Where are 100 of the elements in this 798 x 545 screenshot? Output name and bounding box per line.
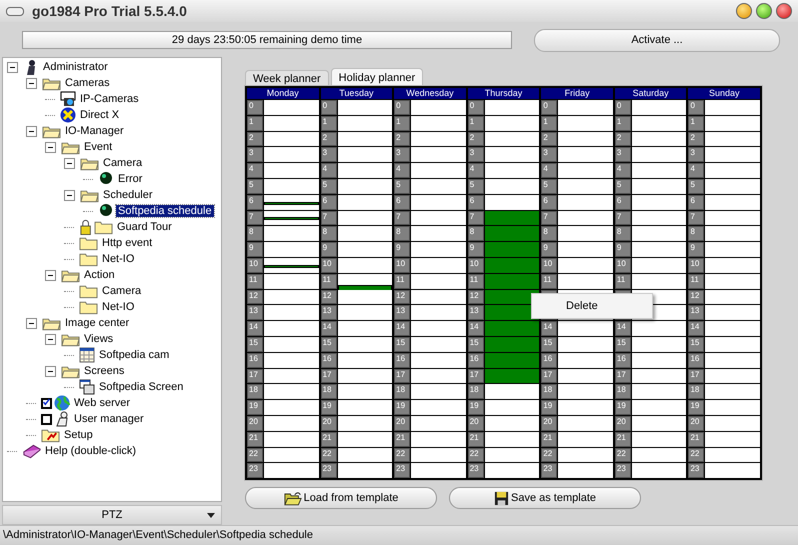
hour-label: 22 <box>541 448 558 462</box>
tree-item[interactable]: Views <box>82 333 116 345</box>
tree-item[interactable]: Softpedia Screen <box>97 381 186 393</box>
hour-label: 9 <box>247 242 263 257</box>
hour-label: 2 <box>468 132 484 146</box>
hour-label: 1 <box>394 116 410 131</box>
tree-item[interactable]: Softpedia cam <box>97 349 172 361</box>
hour-label: 23 <box>394 463 410 478</box>
hour-label: 19 <box>247 400 263 415</box>
hour-label: 21 <box>394 432 410 447</box>
day-header: Sunday <box>688 88 760 99</box>
hour-label: 3 <box>247 147 263 162</box>
tree-item[interactable]: Guard Tour <box>115 221 174 233</box>
hour-label: 8 <box>320 226 337 242</box>
hour-label: 1 <box>468 116 484 131</box>
hour-label: 3 <box>394 147 410 162</box>
tree-item[interactable]: Screens <box>82 365 126 377</box>
hour-label: 0 <box>247 100 263 115</box>
hour-label: 13 <box>394 305 410 320</box>
tree-item[interactable]: Web server <box>72 397 132 409</box>
hour-label: 23 <box>468 463 484 478</box>
hour-label: 6 <box>394 194 410 210</box>
hour-label: 14 <box>320 321 337 336</box>
hour-label: 11 <box>468 274 484 289</box>
tree-item[interactable]: User manager <box>72 413 146 425</box>
hour-label: 15 <box>468 336 484 352</box>
hour-label: 5 <box>541 178 558 194</box>
template-button[interactable]: Save as template <box>449 487 641 510</box>
hour-label: 19 <box>320 400 337 415</box>
planner-tab[interactable]: Week planner <box>245 70 329 86</box>
tree-item[interactable]: Net-IO <box>100 253 136 265</box>
hour-label: 15 <box>614 336 631 352</box>
hour-label: 13 <box>688 305 704 320</box>
activate-button[interactable]: Activate ... <box>534 28 780 52</box>
tree-item[interactable]: Error <box>116 173 144 185</box>
tree-item[interactable]: Cameras <box>63 77 112 89</box>
tree-item[interactable]: IP-Cameras <box>78 93 141 105</box>
tree-item[interactable]: Event <box>82 141 114 153</box>
hour-label: 20 <box>468 416 484 431</box>
ptz-dropdown[interactable]: PTZ <box>2 505 222 525</box>
tree-item[interactable]: Camera <box>101 157 144 169</box>
hour-label: 22 <box>468 448 484 462</box>
hour-label: 14 <box>468 321 484 336</box>
hour-label: 2 <box>320 132 337 146</box>
hour-label: 14 <box>688 321 704 336</box>
tree-item[interactable]: Action <box>82 269 117 281</box>
hour-label: 8 <box>394 226 410 242</box>
hour-label: 20 <box>394 416 410 431</box>
hour-label: 5 <box>247 178 263 194</box>
hour-label: 23 <box>320 463 337 478</box>
hour-label: 9 <box>468 242 484 257</box>
hour-label: 20 <box>688 416 704 431</box>
tree-item[interactable]: Direct X <box>78 109 122 121</box>
hour-label: 6 <box>541 194 558 210</box>
hour-label: 13 <box>468 305 484 320</box>
hour-label: 16 <box>614 352 631 368</box>
hour-label: 11 <box>320 274 337 289</box>
hour-label: 7 <box>320 210 337 226</box>
hour-label: 2 <box>614 132 631 146</box>
planner-tab[interactable]: Holiday planner <box>330 68 424 86</box>
hour-label: 4 <box>541 163 558 178</box>
hour-label: 3 <box>468 147 484 162</box>
hour-label: 18 <box>541 384 558 400</box>
hour-label: 2 <box>688 132 704 146</box>
tree-item[interactable]: Setup <box>62 429 95 441</box>
tree-item[interactable]: Net-IO <box>100 301 136 313</box>
hour-label: 21 <box>614 432 631 447</box>
hour-label: 3 <box>320 147 337 162</box>
hour-label: 23 <box>614 463 631 478</box>
tree-item[interactable]: Help (double-click) <box>43 445 138 457</box>
hour-label: 16 <box>468 352 484 368</box>
hour-label: 8 <box>541 226 558 242</box>
tree-item[interactable]: Administrator <box>41 61 110 73</box>
hour-label: 8 <box>247 226 263 242</box>
hour-label: 7 <box>468 210 484 226</box>
hour-label: 21 <box>688 432 704 447</box>
hour-label: 16 <box>688 352 704 368</box>
tree-item[interactable]: Camera <box>100 285 144 297</box>
hour-label: 17 <box>247 368 263 384</box>
hour-label: 21 <box>541 432 558 447</box>
tree-item[interactable]: Http event <box>100 237 154 249</box>
hour-label: 1 <box>247 116 263 131</box>
tree-item[interactable]: Scheduler <box>101 189 155 201</box>
window-title: go1984 Pro Trial 5.5.4.0 <box>32 3 187 19</box>
menu-item[interactable]: Delete <box>532 298 652 314</box>
hour-label: 2 <box>394 132 410 146</box>
hour-label: 11 <box>614 274 631 289</box>
hour-label: 21 <box>247 432 263 447</box>
template-button[interactable]: Load from template <box>245 487 437 510</box>
hour-label: 16 <box>541 352 558 368</box>
tree-item[interactable]: Softpedia schedule <box>116 205 214 217</box>
hour-label: 1 <box>688 116 704 131</box>
hour-label: 3 <box>614 147 631 162</box>
tree-item[interactable]: Image center <box>63 317 132 329</box>
hour-label: 2 <box>541 132 558 146</box>
hour-label: 10 <box>688 258 704 273</box>
hour-label: 15 <box>394 336 410 352</box>
tree-item[interactable]: IO-Manager <box>63 125 126 137</box>
hour-label: 7 <box>614 210 631 226</box>
hour-label: 2 <box>247 132 263 146</box>
